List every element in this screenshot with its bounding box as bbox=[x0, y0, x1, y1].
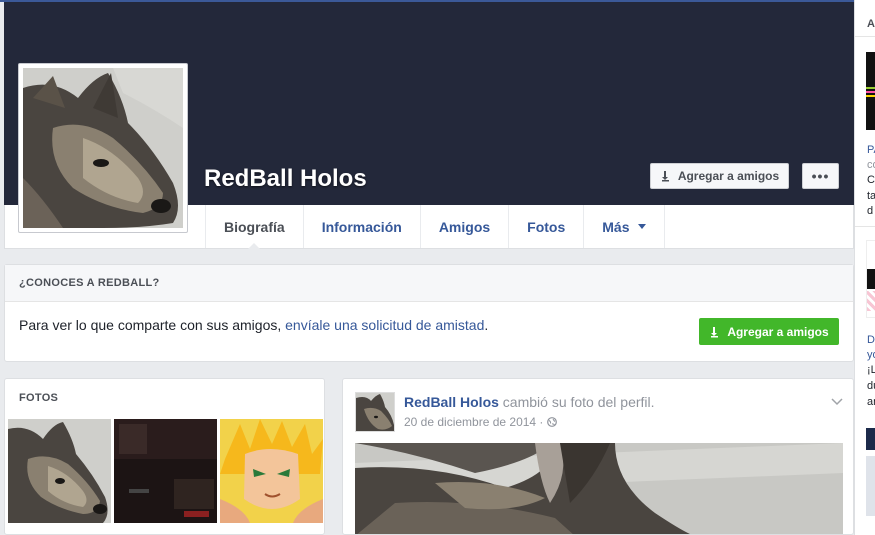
sidebar-frag-yo[interactable]: yo bbox=[867, 349, 875, 361]
post-timestamp: 20 de diciembre de 2014 · bbox=[404, 415, 558, 429]
more-options-button[interactable]: ••• bbox=[802, 163, 839, 189]
sidebar-thumb-3[interactable] bbox=[866, 428, 875, 450]
post-action: cambió su foto del perfil. bbox=[502, 394, 655, 410]
photos-box: FOTOS bbox=[4, 378, 325, 535]
sidebar-frag-a: A bbox=[867, 18, 875, 30]
tab-biografia[interactable]: Biografía bbox=[205, 205, 303, 249]
add-friend-icon bbox=[661, 171, 669, 182]
profile-name[interactable]: RedBall Holos bbox=[204, 165, 367, 193]
post-date[interactable]: 20 de diciembre de 2014 · bbox=[404, 415, 543, 429]
sidebar-frag-pa[interactable]: PA bbox=[867, 144, 875, 156]
friend-request-link[interactable]: envíale una solicitud de amistad bbox=[285, 317, 484, 333]
add-friend-label: Agregar a amigos bbox=[677, 169, 780, 183]
photo-thumb-dog[interactable] bbox=[8, 419, 111, 523]
sidebar-frag-ar: ar bbox=[867, 396, 875, 408]
globe-icon[interactable] bbox=[547, 417, 558, 427]
sidebar-frag-d2[interactable]: D bbox=[867, 334, 875, 346]
know-box-text: Para ver lo que comparte con sus amigos,… bbox=[19, 317, 488, 333]
know-person-box: ¿CONOCES A REDBALL? Para ver lo que comp… bbox=[4, 264, 854, 362]
post-photo[interactable] bbox=[355, 443, 843, 534]
sidebar-frag-du: du bbox=[867, 380, 875, 392]
tab-informacion[interactable]: Información bbox=[302, 205, 420, 248]
know-text-suffix: . bbox=[484, 317, 489, 333]
photo-thumb-dark[interactable] bbox=[114, 419, 217, 523]
know-text-prefix: Para ver lo que comparte con sus amigos, bbox=[19, 317, 282, 333]
dog-photo bbox=[23, 68, 183, 228]
photos-title[interactable]: FOTOS bbox=[5, 379, 324, 417]
sidebar-ad-image-2[interactable] bbox=[866, 240, 875, 318]
add-friend-green-button[interactable]: Agregar a amigos bbox=[699, 318, 839, 345]
chevron-down-icon[interactable] bbox=[831, 393, 843, 411]
tab-amigos[interactable]: Amigos bbox=[419, 205, 508, 248]
add-friend-icon bbox=[711, 326, 719, 337]
timeline-post: RedBall Holos cambió su foto del perfil.… bbox=[342, 378, 854, 535]
profile-picture[interactable] bbox=[18, 63, 188, 233]
sidebar-frag-d1: d bbox=[867, 205, 874, 217]
sidebar-ad-image[interactable] bbox=[866, 52, 875, 130]
post-header-line: RedBall Holos cambió su foto del perfil. bbox=[404, 394, 655, 410]
sidebar-divider bbox=[855, 226, 875, 227]
sidebar-frag-co: co bbox=[867, 159, 875, 171]
photo-thumb-anime[interactable] bbox=[220, 419, 323, 523]
post-author[interactable]: RedBall Holos bbox=[404, 394, 499, 410]
right-sidebar: A PA co C ta d D yo ¡L du ar bbox=[854, 0, 875, 535]
caret-down-icon bbox=[637, 224, 646, 229]
sidebar-frag-l: ¡L bbox=[867, 364, 875, 376]
sidebar-frag-ta: ta bbox=[867, 190, 875, 202]
sidebar-thumb-4[interactable] bbox=[866, 456, 875, 516]
tab-mas-label: Más bbox=[602, 218, 630, 235]
tab-mas[interactable]: Más bbox=[583, 205, 665, 248]
tab-fotos[interactable]: Fotos bbox=[508, 205, 583, 248]
know-box-title: ¿CONOCES A REDBALL? bbox=[5, 265, 853, 302]
nav-tabs: Biografía Información Amigos Fotos Más bbox=[205, 205, 665, 249]
post-avatar[interactable] bbox=[355, 392, 395, 432]
add-friend-button[interactable]: Agregar a amigos bbox=[650, 163, 789, 189]
sidebar-frag-c: C bbox=[867, 174, 875, 186]
add-friend-green-label: Agregar a amigos bbox=[727, 324, 829, 339]
sidebar-divider bbox=[855, 36, 875, 37]
